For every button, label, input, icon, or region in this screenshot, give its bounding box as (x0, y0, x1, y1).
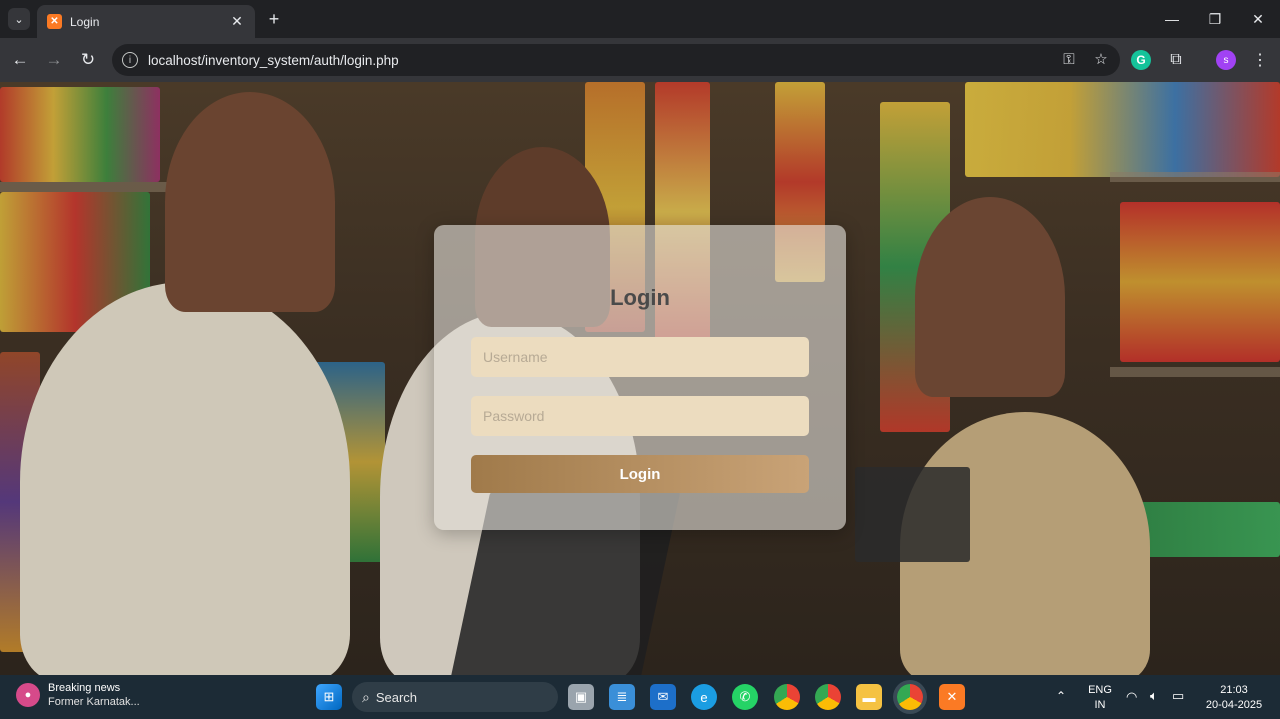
site-info-icon[interactable]: i (122, 52, 138, 68)
background-shelf (1110, 367, 1280, 377)
tab-login[interactable]: ✕ Login ✕ (37, 5, 255, 38)
notepad-icon[interactable]: ≣ (609, 684, 635, 710)
file-explorer-icon[interactable]: ▬ (856, 684, 882, 710)
background-shelf-goods (0, 87, 160, 182)
clock-time: 21:03 (1220, 684, 1248, 696)
tab-close-icon[interactable]: ✕ (229, 13, 245, 30)
extensions-puzzle-icon[interactable]: ⧉ (1166, 50, 1186, 70)
close-window-icon[interactable]: ✕ (1244, 6, 1272, 32)
volume-icon[interactable]: 🔈︎ (1150, 688, 1158, 703)
news-widget-icon: ● (16, 682, 40, 707)
taskbar: ● Breaking news Former Karnatak... ⊞ ⌕ S… (0, 675, 1280, 719)
minimize-icon[interactable]: — (1158, 6, 1186, 32)
search-icon: ⌕ (362, 688, 370, 705)
news-subtitle: Former Karnatak... (48, 696, 140, 708)
news-widget[interactable]: ● Breaking news Former Karnatak... (16, 681, 140, 708)
background-person-face (165, 92, 335, 312)
show-hidden-icons-icon[interactable]: ⌃ (1056, 689, 1066, 704)
outlook-icon[interactable]: ✉ (650, 684, 676, 710)
grammarly-extension-icon[interactable]: G (1131, 50, 1151, 70)
login-card: Login Login (434, 225, 846, 530)
back-icon[interactable]: ← (8, 48, 32, 72)
background-monitor (855, 467, 970, 562)
new-tab-icon[interactable]: + (264, 8, 284, 30)
login-button[interactable]: Login (471, 455, 809, 493)
maximize-icon[interactable]: ❐ (1201, 6, 1229, 32)
tab-strip: ⌄ ✕ Login ✕ + — ❐ ✕ (0, 0, 1280, 38)
wifi-icon[interactable]: ◠ (1126, 689, 1137, 704)
background-shelf-goods (1140, 502, 1280, 557)
tab-title: Login (70, 14, 100, 29)
whatsapp-icon[interactable]: ✆ (732, 684, 758, 710)
search-label: Search (375, 689, 418, 705)
browser-toolbar: ← → ↻ i localhost/inventory_system/auth/… (0, 38, 1280, 82)
clock-date: 20-04-2025 (1205, 699, 1263, 711)
page-viewport: Login Login (0, 82, 1280, 675)
tab-search-icon[interactable]: ⌄ (8, 8, 30, 30)
username-input[interactable] (471, 337, 809, 377)
password-key-icon[interactable]: ⚿ (1056, 48, 1082, 72)
url-text[interactable]: localhost/inventory_system/auth/login.ph… (148, 53, 1056, 68)
task-view-icon[interactable]: ▣ (568, 684, 594, 710)
xampp-favicon-icon: ✕ (47, 14, 62, 29)
battery-icon[interactable]: ▭ (1172, 688, 1184, 703)
password-input[interactable] (471, 396, 809, 436)
edge-icon[interactable]: e (691, 684, 717, 710)
language-line2: IN (1094, 699, 1106, 711)
chrome-active-icon[interactable] (897, 684, 923, 710)
language-line1: ENG (1088, 684, 1112, 696)
login-title: Login (610, 285, 670, 310)
bookmark-star-icon[interactable]: ☆ (1088, 48, 1114, 72)
background-person-shirt (20, 282, 350, 675)
background-shelf (1110, 172, 1280, 182)
profile-avatar[interactable]: s (1216, 50, 1236, 70)
menu-dots-icon[interactable]: ⋮ (1250, 50, 1270, 70)
background-person-face (915, 197, 1065, 397)
background-shelf-goods (1120, 202, 1280, 362)
background-shelf-goods (965, 82, 1280, 177)
clock[interactable]: 21:03 20-04-2025 (1198, 683, 1270, 713)
language-indicator[interactable]: ENG IN (1084, 683, 1116, 713)
reload-icon[interactable]: ↻ (76, 48, 100, 72)
chrome-profile-icon[interactable] (815, 684, 841, 710)
windows-start-icon[interactable]: ⊞ (316, 684, 342, 710)
news-title: Breaking news (48, 682, 121, 694)
xampp-icon[interactable]: ✕ (939, 684, 965, 710)
chrome-profile-icon[interactable] (774, 684, 800, 710)
taskbar-search[interactable]: ⌕ Search (352, 682, 558, 712)
address-bar[interactable]: i localhost/inventory_system/auth/login.… (112, 44, 1120, 76)
forward-icon[interactable]: → (42, 48, 66, 72)
